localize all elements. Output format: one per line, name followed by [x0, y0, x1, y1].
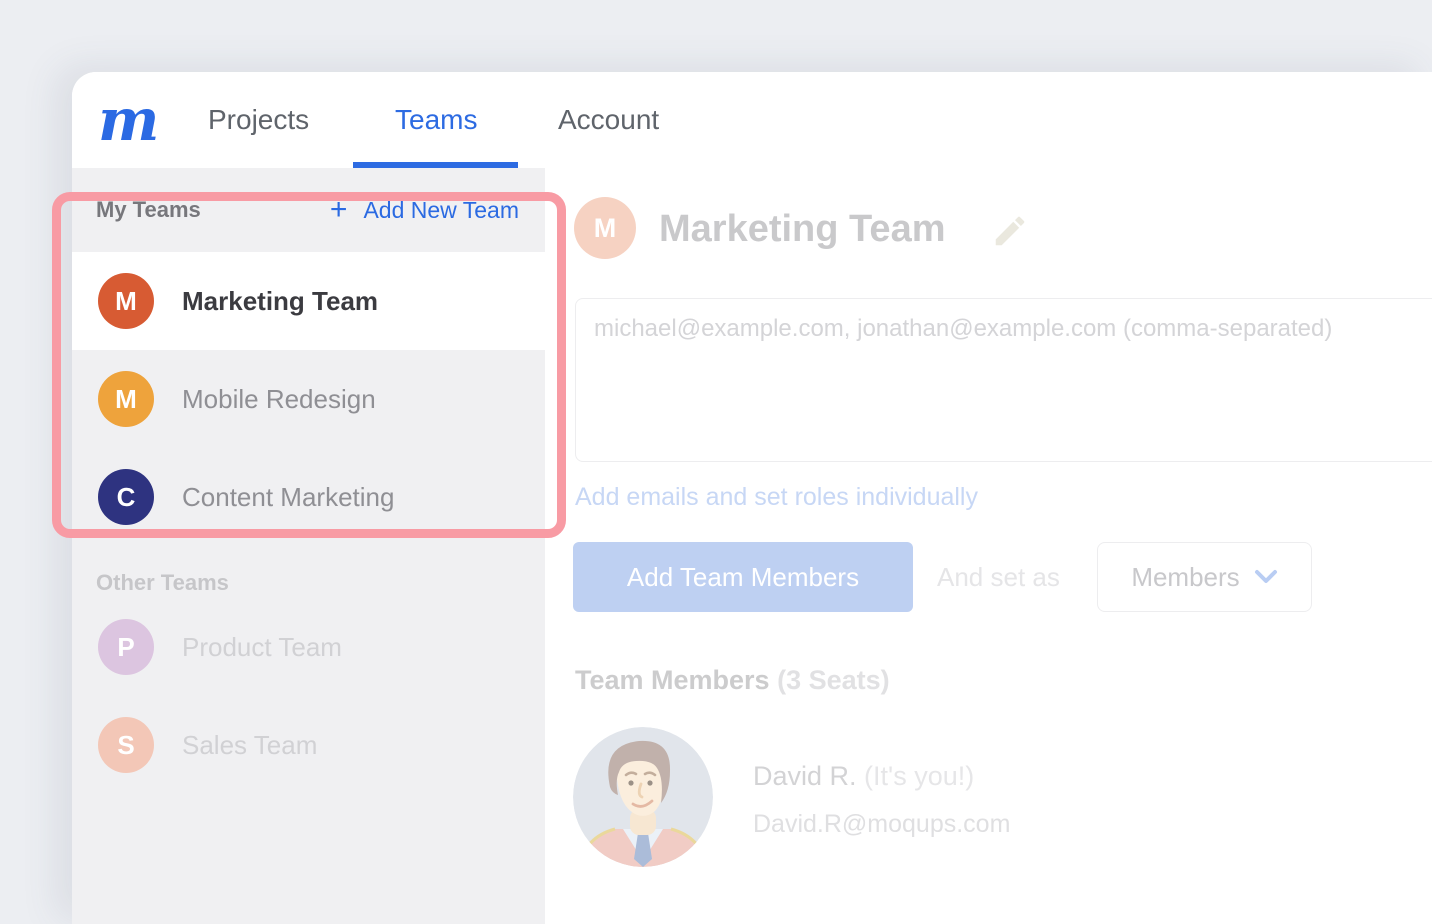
- team-avatar: C: [98, 469, 154, 525]
- other-teams-title: Other Teams: [72, 570, 545, 598]
- seats-count: (3 Seats): [777, 665, 890, 695]
- team-members-heading: Team Members (3 Seats): [575, 665, 890, 696]
- invite-emails-input[interactable]: [575, 298, 1432, 462]
- nav-item-account[interactable]: Account: [558, 72, 659, 168]
- team-members-label: Team Members: [575, 665, 770, 695]
- nav-item-teams[interactable]: Teams: [395, 72, 477, 168]
- teams-sidebar: My Teams + Add New Team M Marketing Team…: [72, 168, 545, 924]
- team-header-avatar: M: [574, 197, 636, 259]
- chevron-down-icon: [1254, 569, 1278, 585]
- sidebar-item-content-marketing[interactable]: C Content Marketing: [72, 448, 545, 546]
- team-name: Content Marketing: [182, 482, 394, 513]
- member-email: David.R@moqups.com: [753, 810, 1010, 839]
- team-avatar: M: [98, 273, 154, 329]
- team-avatar: P: [98, 619, 154, 675]
- team-detail-panel: M Marketing Team Add emails and set role…: [545, 168, 1432, 924]
- team-name: Product Team: [182, 632, 342, 663]
- edit-pencil-icon[interactable]: [991, 212, 1029, 255]
- set-as-label: And set as: [937, 542, 1060, 612]
- add-new-team-button[interactable]: + Add New Team: [330, 197, 519, 224]
- team-name: Sales Team: [182, 730, 317, 761]
- add-individually-link[interactable]: Add emails and set roles individually: [575, 483, 978, 512]
- member-name: David R.: [753, 761, 857, 791]
- team-title: Marketing Team: [659, 208, 945, 251]
- my-teams-header: My Teams + Add New Team: [72, 168, 545, 252]
- role-dropdown[interactable]: Members: [1097, 542, 1312, 612]
- team-name: Marketing Team: [182, 286, 378, 317]
- app-window: m Projects Teams Account My Teams + Add …: [72, 72, 1432, 924]
- sidebar-item-mobile-redesign[interactable]: M Mobile Redesign: [72, 350, 545, 448]
- add-team-members-button[interactable]: Add Team Members: [573, 542, 913, 612]
- team-avatar: M: [98, 371, 154, 427]
- sidebar-item-product-team[interactable]: P Product Team: [72, 598, 545, 696]
- my-teams-title: My Teams: [96, 197, 201, 223]
- team-avatar: S: [98, 717, 154, 773]
- nav-item-projects[interactable]: Projects: [208, 72, 309, 168]
- member-avatar-illustration: [573, 727, 713, 867]
- add-new-team-label: Add New Team: [363, 197, 519, 224]
- plus-icon: +: [330, 198, 348, 222]
- member-name-row: David R. (It's you!): [753, 761, 974, 792]
- top-nav: m Projects Teams Account: [72, 72, 1432, 168]
- member-you-label: (It's you!): [864, 761, 974, 791]
- moqups-logo[interactable]: m: [98, 80, 159, 160]
- team-name: Mobile Redesign: [182, 384, 376, 415]
- role-dropdown-value: Members: [1131, 562, 1239, 593]
- sidebar-item-marketing-team[interactable]: M Marketing Team: [72, 252, 545, 350]
- sidebar-item-sales-team[interactable]: S Sales Team: [72, 696, 545, 794]
